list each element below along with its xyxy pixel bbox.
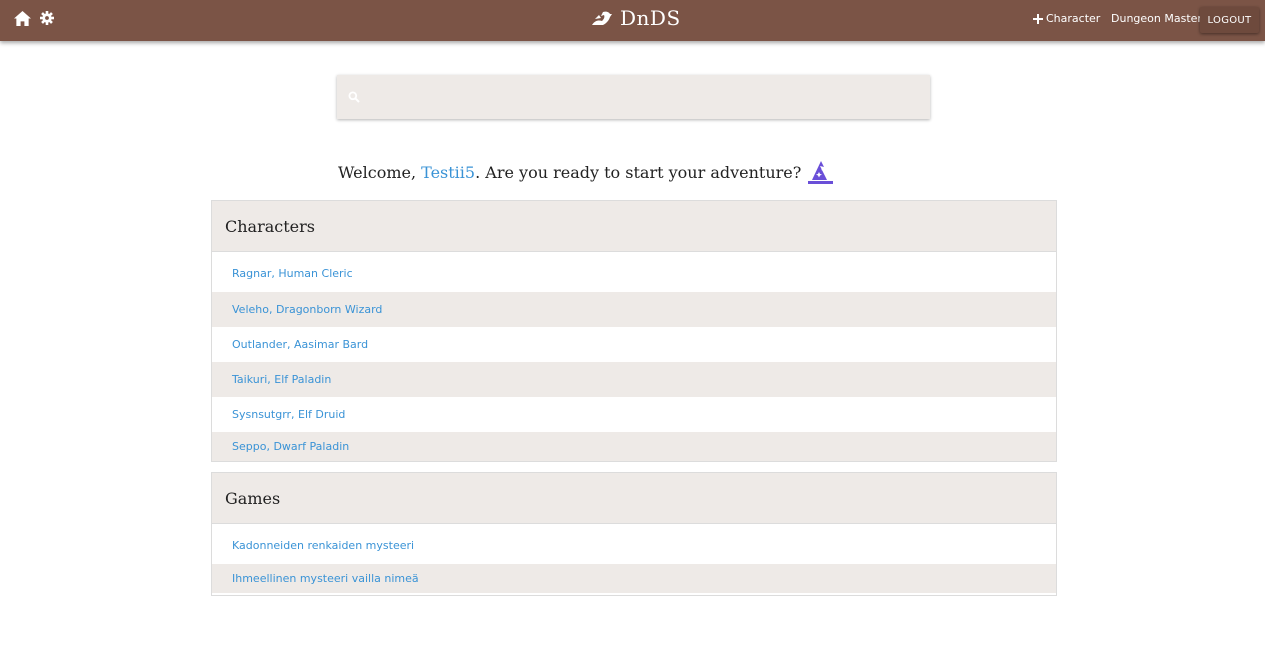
character-item[interactable]: Taikuri, Elf Paladin [212,362,1056,397]
search-input[interactable] [369,75,919,119]
brand-title: DnDS [620,6,681,30]
games-panel: Games Kadonneiden renkaiden mysteeri Ihm… [211,472,1057,596]
character-item[interactable]: Outlander, Aasimar Bard [212,327,1056,362]
character-item[interactable]: Seppo, Dwarf Paladin [212,432,1056,461]
dragon-logo-icon [592,11,612,25]
search-icon [348,91,360,103]
wizard-hat-icon [808,161,834,184]
gear-icon[interactable] [40,11,54,25]
plus-icon [1033,13,1043,24]
add-character-link[interactable]: Character [1033,12,1100,25]
character-item[interactable]: Veleho, Dragonborn Wizard [212,292,1056,327]
top-navbar: DnDS Character Dungeon Master LOGOUT [0,0,1265,41]
game-item[interactable]: Kadonneiden renkaiden mysteeri [212,524,1056,564]
welcome-prefix: Welcome, [338,162,417,182]
character-item[interactable]: Ragnar, Human Cleric [212,252,1056,292]
game-item[interactable]: Ihmeellinen mysteeri vailla nimeä [212,564,1056,593]
characters-panel: Characters Ragnar, Human Cleric Veleho, … [211,200,1057,462]
characters-header: Characters [212,201,1056,252]
logout-button[interactable]: LOGOUT [1200,7,1259,33]
username-link[interactable]: Testii5 [421,163,475,182]
search-bar [337,75,930,119]
character-item[interactable]: Sysnsutgrr, Elf Druid [212,397,1056,432]
brand-link[interactable]: DnDS [591,4,681,32]
welcome-suffix: . Are you ready to start your adventure? [475,162,802,182]
welcome-message: Welcome, Testii5. Are you ready to start… [338,159,834,185]
games-header: Games [212,473,1056,524]
dungeon-master-link[interactable]: Dungeon Master [1111,12,1202,25]
home-icon[interactable] [13,10,32,27]
add-character-label: Character [1046,12,1101,25]
